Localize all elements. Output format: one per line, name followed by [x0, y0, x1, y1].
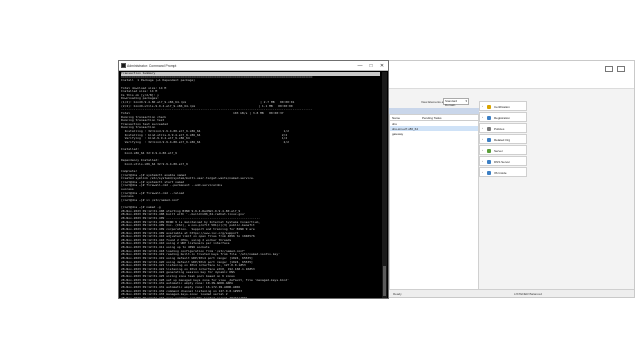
terminal-titlebar[interactable]: Administrator: Command Prompt — □ ✕: [119, 61, 388, 71]
side-item-registration[interactable]: › Registration: [479, 112, 527, 122]
chevron-right-icon: ›: [482, 137, 483, 141]
terminal-title: Administrator: Command Prompt: [127, 64, 177, 68]
maximize-button[interactable]: □: [366, 62, 376, 70]
side-panel: › Certification › Registration › Policie…: [479, 101, 527, 181]
server-icon: [487, 149, 491, 153]
registration-icon: [487, 116, 491, 120]
side-item-label: IIS Inside: [494, 171, 507, 175]
background-app-titlebar: [389, 61, 634, 89]
organization-icon: [487, 138, 491, 142]
side-item-label: DNS Server: [494, 160, 511, 164]
side-item-label: Registration: [494, 116, 511, 120]
chevron-right-icon: ›: [482, 104, 483, 108]
side-item-iis-inside[interactable]: › IIS Inside: [479, 167, 527, 177]
filter-select[interactable]: Standard Domain ▾: [443, 98, 469, 107]
terminal-output[interactable]: Transaction Summary =====================…: [121, 72, 380, 298]
row-name: gateway: [392, 132, 404, 136]
side-item-certification[interactable]: › Certification: [479, 101, 527, 111]
terminal-scrollbar[interactable]: [382, 72, 387, 298]
iis-icon: [487, 171, 491, 175]
minimize-button[interactable]: —: [355, 62, 365, 70]
certificate-icon: [487, 105, 491, 109]
element-table: Name Pending Tasks dns dns-sim.el7.x86_6…: [389, 114, 479, 294]
side-item-server[interactable]: › Server: [479, 145, 527, 155]
side-item-dns-server[interactable]: › DNS Server: [479, 156, 527, 166]
side-item-label: Policies: [494, 127, 505, 131]
chevron-right-icon: ›: [482, 148, 483, 152]
chevron-right-icon: ›: [482, 170, 483, 174]
table-row[interactable]: gateway: [390, 131, 478, 136]
close-button[interactable]: ✕: [377, 62, 387, 70]
side-item-related-org[interactable]: › Related Org: [479, 134, 527, 144]
terminal-icon: [121, 63, 126, 68]
scrollbar-thumb[interactable]: [383, 266, 386, 296]
dns-icon: [487, 160, 491, 164]
terminal-line: 28-Nov-2023 09:12:01.434 zone example.co…: [121, 295, 248, 298]
minimize-icon[interactable]: [605, 66, 613, 72]
background-app-window[interactable]: View Elements as: Standard Domain ▾ ▸ To…: [388, 60, 635, 298]
status-right: LISTENER Balanced: [514, 292, 543, 296]
status-left: Ready: [393, 292, 402, 296]
column-header-name[interactable]: Name: [392, 116, 400, 120]
maximize-icon[interactable]: [617, 66, 625, 72]
chevron-down-icon: ▾: [465, 99, 467, 103]
side-item-label: Certification: [494, 105, 510, 109]
policy-icon: [487, 127, 491, 131]
terminal-window[interactable]: Administrator: Command Prompt — □ ✕ Tran…: [118, 60, 389, 299]
chevron-right-icon: ›: [482, 126, 483, 130]
filter-select-value: Standard Domain: [445, 99, 458, 107]
filter-label: View Elements as:: [421, 100, 446, 104]
side-item-label: Server: [494, 149, 503, 153]
side-item-label: Related Org: [494, 138, 511, 142]
chevron-right-icon: ›: [482, 159, 483, 163]
side-item-policies[interactable]: › Policies: [479, 123, 527, 133]
status-bar: Ready LISTENER Balanced: [389, 289, 634, 297]
column-header-pending[interactable]: Pending Tasks: [422, 116, 441, 120]
chevron-right-icon: ›: [482, 115, 483, 119]
